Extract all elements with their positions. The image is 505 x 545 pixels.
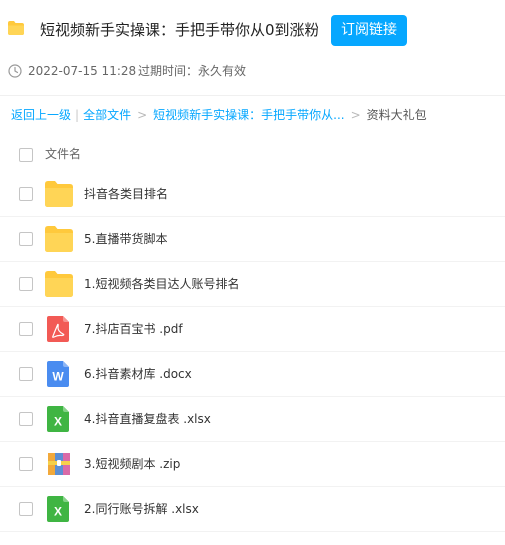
row-checkbox[interactable] [19, 232, 33, 246]
excel-file-icon: X [47, 496, 69, 522]
divider [0, 95, 505, 96]
file-row[interactable]: 抖音各类目排名 [0, 172, 505, 217]
row-checkbox[interactable] [19, 367, 33, 381]
file-name[interactable]: 6.抖音素材库 .docx [84, 365, 192, 383]
breadcrumb-arrow: > [350, 108, 361, 122]
clock-icon [8, 64, 22, 78]
row-checkbox[interactable] [19, 322, 33, 336]
folder-icon [45, 181, 73, 207]
file-row[interactable]: X 4.抖音直播复盘表 .xlsx [0, 397, 505, 442]
pdf-file-icon [47, 316, 69, 342]
expire-time: 过期时间：永久有效 [138, 64, 247, 78]
row-checkbox[interactable] [19, 277, 33, 291]
share-header: 短视频新手实操课：手把手带你从0到涨粉... 订阅链接 [0, 0, 505, 60]
folder-icon [45, 226, 73, 252]
row-checkbox[interactable] [19, 457, 33, 471]
breadcrumb-separator: | [75, 108, 80, 122]
breadcrumb-parent-link[interactable]: 短视频新手实操课：手把手带你从... [153, 108, 344, 122]
excel-file-icon: X [47, 406, 69, 432]
zip-file-icon [48, 453, 70, 475]
folder-icon [45, 271, 73, 297]
file-name[interactable]: 3.短视频剧本 .zip [84, 455, 180, 473]
share-meta: 2022-07-15 11:28 过期时间：永久有效 [0, 60, 505, 84]
column-filename: 文件名 [45, 147, 82, 161]
breadcrumb-back-link[interactable]: 返回上一级 [11, 108, 71, 122]
share-title: 短视频新手实操课：手把手带你从0到涨粉... [40, 21, 318, 39]
word-file-icon: W [47, 361, 69, 387]
svg-text:X: X [54, 505, 62, 519]
row-divider [0, 531, 505, 532]
file-row[interactable]: 5.直播带货脚本 [0, 217, 505, 262]
folder-icon [8, 21, 24, 35]
file-list-header: 文件名 [0, 140, 505, 170]
breadcrumb-all-files-link[interactable]: 全部文件 [83, 108, 131, 122]
file-name[interactable]: 1.短视频各类目达人账号排名 [84, 275, 239, 293]
breadcrumb-arrow: > [137, 108, 148, 122]
row-checkbox[interactable] [19, 187, 33, 201]
file-row[interactable]: 7.抖店百宝书 .pdf [0, 307, 505, 352]
subscribe-button[interactable]: 订阅链接 [331, 15, 407, 46]
svg-text:X: X [54, 415, 62, 429]
select-all-checkbox[interactable] [19, 148, 33, 162]
file-name[interactable]: 抖音各类目排名 [84, 185, 168, 203]
row-checkbox[interactable] [19, 502, 33, 516]
file-row[interactable]: 3.短视频剧本 .zip [0, 442, 505, 487]
file-row[interactable]: X 2.同行账号拆解 .xlsx [0, 487, 505, 532]
share-date: 2022-07-15 11:28 [28, 64, 137, 78]
svg-text:W: W [52, 370, 64, 384]
row-checkbox[interactable] [19, 412, 33, 426]
file-name[interactable]: 2.同行账号拆解 .xlsx [84, 500, 199, 518]
file-name[interactable]: 5.直播带货脚本 [84, 230, 167, 248]
breadcrumb-current: 资料大礼包 [366, 108, 427, 122]
file-name[interactable]: 7.抖店百宝书 .pdf [84, 320, 183, 338]
file-name[interactable]: 4.抖音直播复盘表 .xlsx [84, 410, 211, 428]
file-row[interactable]: 1.短视频各类目达人账号排名 [0, 262, 505, 307]
breadcrumb: 返回上一级 | 全部文件 > 短视频新手实操课：手把手带你从... > 资料大礼包 [11, 106, 427, 124]
file-row[interactable]: W 6.抖音素材库 .docx [0, 352, 505, 397]
